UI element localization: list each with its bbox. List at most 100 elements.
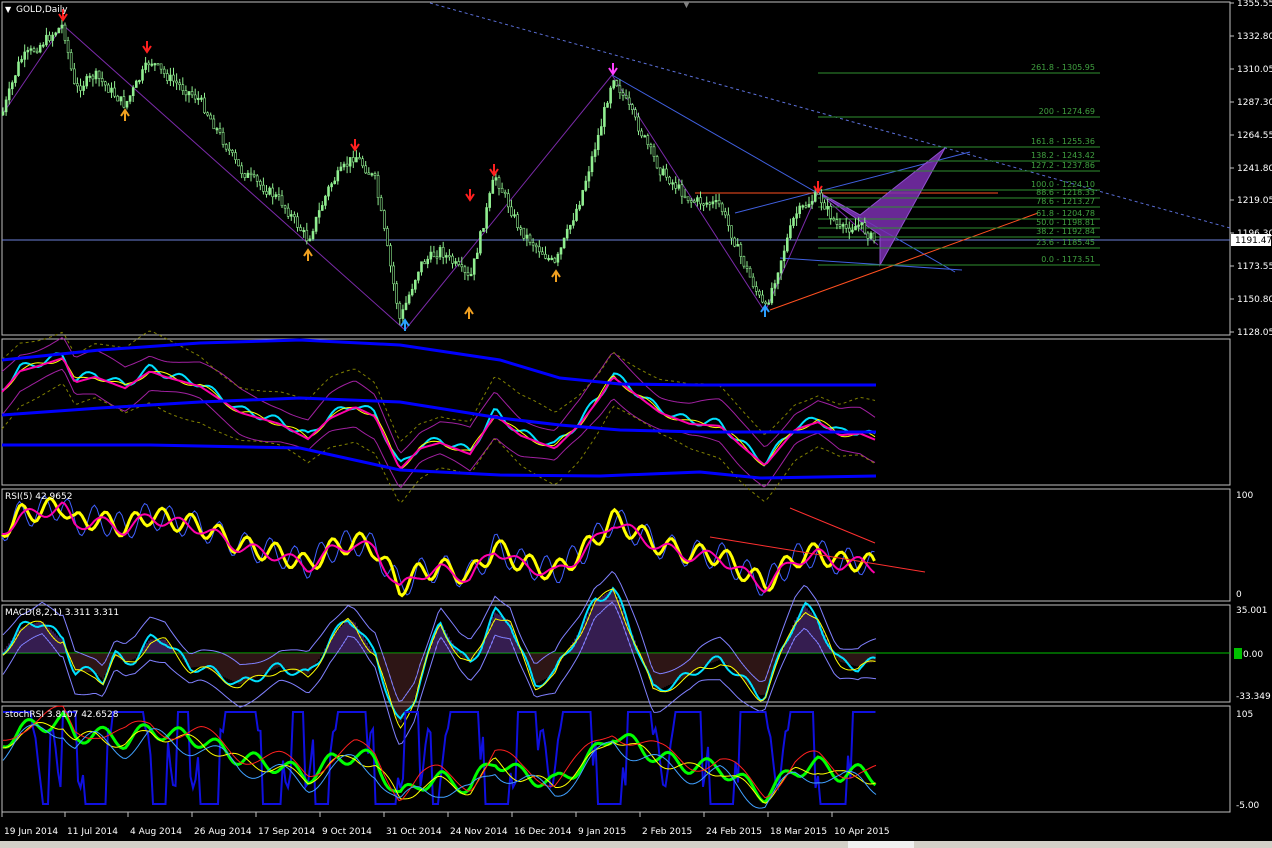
candle-body [534,244,538,248]
candle-body [776,272,780,284]
candle-body [150,63,154,66]
candle-body [14,75,17,83]
candle-body [314,216,318,232]
candle-body [386,228,389,246]
candle-body [293,214,296,218]
fib-level-label: 88.6 - 1218.33 [1036,188,1095,197]
candle-body [373,173,377,176]
candle-body [544,253,547,259]
candle-body [717,200,721,205]
candle-body [203,97,206,114]
candle-body [35,50,39,54]
scroll-marker-icon[interactable]: ▼ [683,0,690,10]
horizontal-scrollbar[interactable] [0,841,1272,848]
candle-body [537,246,541,253]
candle-body [832,218,836,221]
candle-body [268,187,271,195]
fib-level-label: 50.0 - 1198.81 [1036,218,1095,227]
stochrsi-panel-frame[interactable] [1,705,1231,813]
candle-body [550,257,554,260]
candle-body [469,274,473,277]
date-axis-label: 26 Aug 2014 [194,827,252,837]
candle-body [807,203,811,208]
date-axis-label: 9 Jan 2015 [578,827,626,837]
candle-body [497,177,501,189]
candle-body [785,237,789,252]
candle-body [519,227,523,230]
candle-body [522,227,526,239]
bands-panel-frame[interactable] [1,338,1231,486]
candle-body [116,95,119,102]
candle-body [795,213,798,219]
candle-body [460,264,464,268]
candle-body [358,157,361,160]
candle-body [280,195,284,207]
candle-body [370,173,374,176]
candle-body [739,244,743,257]
dropdown-triangle-icon[interactable]: ▼ [5,5,12,14]
date-axis-label: 24 Feb 2015 [706,827,762,837]
candle-body [262,184,265,192]
date-axis-label: 4 Aug 2014 [130,827,182,837]
candle-body [410,288,414,296]
candle-body [634,109,637,118]
candle-body [417,271,420,281]
candle-body [181,84,185,91]
candle-body [652,146,656,157]
scrollbar-thumb[interactable] [848,841,914,848]
candle-body [305,229,309,242]
candle-body [702,203,705,206]
candle-body [376,175,380,198]
date-axis-label: 11 Jul 2014 [67,827,118,837]
candle-body [593,149,597,157]
candle-body [141,69,144,81]
candle-body [289,214,293,217]
candle-body [854,225,857,231]
candle-body [596,134,600,150]
candle-body [516,214,519,228]
trading-chart[interactable]: 261.8 - 1305.95 200 - 1274.69 161.8 - 1255… [0,0,1272,848]
candle-body [851,229,854,233]
candle-body [184,90,188,96]
candle-body [76,83,79,87]
candle-body [57,27,61,34]
candle-body [820,192,823,204]
candle-body [330,183,333,188]
candle-body [435,256,439,259]
candle-body [568,225,572,230]
candle-body [88,75,92,78]
candle-body [20,59,23,63]
candle-body [113,87,116,97]
candle-body [4,99,8,113]
candle-body [224,144,228,150]
candle-body [841,224,845,227]
candle-body [246,172,250,178]
date-axis-label: 18 Mar 2015 [770,827,827,837]
candle-body [444,255,448,258]
candle-body [286,207,290,217]
fib-level-label: 0.0 - 1173.51 [1041,255,1095,264]
candle-body [677,184,681,189]
candle-body [727,214,730,226]
fib-level-label: 200 - 1274.69 [1039,107,1095,116]
candle-body [302,229,306,233]
candle-body [472,258,476,275]
candle-body [212,118,216,130]
candle-body [810,201,814,205]
rsi-panel-frame[interactable] [1,488,1231,602]
candle-body [844,224,848,229]
candle-body [609,87,612,104]
candle-body [823,202,826,210]
candle-body [730,225,733,239]
candle-body [85,76,88,87]
candle-body [395,283,399,304]
candle-body [426,258,430,265]
candle-body [565,228,569,239]
candle-body [69,52,73,70]
candle-body [482,227,485,232]
candle-body [94,70,98,80]
candle-body [457,261,461,265]
candle-body [671,182,674,185]
candle-body [826,205,829,210]
candle-body [640,130,643,137]
